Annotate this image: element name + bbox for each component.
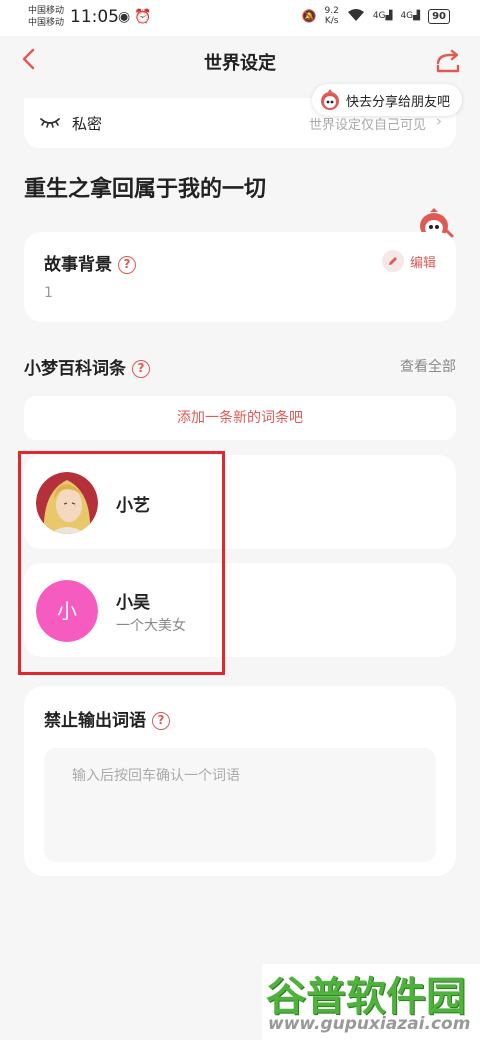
alarm-status-icon: ⏰ (134, 9, 156, 25)
eye-status-icon: ◉ (118, 9, 135, 25)
add-entry-button[interactable]: 添加一条新的词条吧 (24, 396, 456, 440)
share-button[interactable] (434, 48, 462, 74)
status-bar: 中国移动 中国移动 11:05 ◉⏰ 🔕 9.2 K/s 4G▟ 4G▟ 90 (0, 0, 480, 36)
signal-1-icon: 4G▟ (372, 11, 393, 21)
story-content: 1 (44, 285, 53, 301)
wifi-icon (347, 8, 365, 25)
privacy-description: 世界设定仅自己可见 (308, 118, 426, 133)
privacy-label: 私密 (72, 115, 103, 133)
pencil-icon (381, 250, 404, 272)
signal-2-icon: 4G▟ (400, 11, 421, 21)
mascot-icon (321, 89, 339, 110)
banned-words-card: 禁止输出词语? (24, 686, 456, 876)
page-title: 世界设定 (204, 53, 276, 74)
status-icons-left: ◉⏰ (118, 9, 156, 25)
story-background-card: 故事背景? 编辑 1 (24, 232, 456, 322)
wiki-header: 小梦百科词条? 查看全部 (24, 352, 456, 380)
share-icon (436, 49, 460, 73)
header: 世界设定 (0, 36, 480, 86)
world-title: 重生之拿回属于我的一切 (24, 177, 267, 202)
watermark: 谷普软件园 www.gupuxiazai.com (262, 964, 480, 1040)
share-tip-text: 快去分享给朋友吧 (346, 94, 451, 110)
story-label-row: 故事背景? (44, 250, 136, 275)
carrier-2: 中国移动 (28, 18, 65, 28)
carrier-labels: 中国移动 中国移动 (28, 5, 64, 29)
help-icon[interactable]: ? (118, 256, 136, 274)
help-icon[interactable]: ? (132, 360, 150, 378)
story-label: 故事背景 (44, 255, 112, 275)
closed-eye-icon (40, 118, 60, 128)
edit-button[interactable]: 编辑 (381, 250, 436, 272)
banned-words-input[interactable] (44, 748, 436, 862)
help-icon[interactable]: ? (152, 712, 170, 730)
clock: 11:05 (70, 7, 119, 27)
wiki-label: 小梦百科词条 (24, 359, 126, 379)
highlight-annotation (18, 451, 225, 675)
status-icons-right: 🔕 9.2 K/s 4G▟ 4G▟ 90 (302, 6, 450, 26)
watermark-url: www.gupuxiazai.com (268, 1014, 471, 1034)
banned-words-label: 禁止输出词语 (44, 711, 146, 731)
mute-icon: 🔕 (301, 9, 317, 23)
edit-label: 编辑 (409, 255, 436, 271)
carrier-1: 中国移动 (28, 6, 65, 16)
banned-words-label-row: 禁止输出词语? (44, 706, 170, 731)
net-speed: 9.2 K/s (324, 6, 339, 26)
view-all-link[interactable]: 查看全部 (400, 356, 456, 376)
share-tip[interactable]: 快去分享给朋友吧 (312, 84, 462, 116)
battery-icon: 90 (428, 8, 450, 24)
wiki-label-row: 小梦百科词条? (24, 354, 150, 379)
